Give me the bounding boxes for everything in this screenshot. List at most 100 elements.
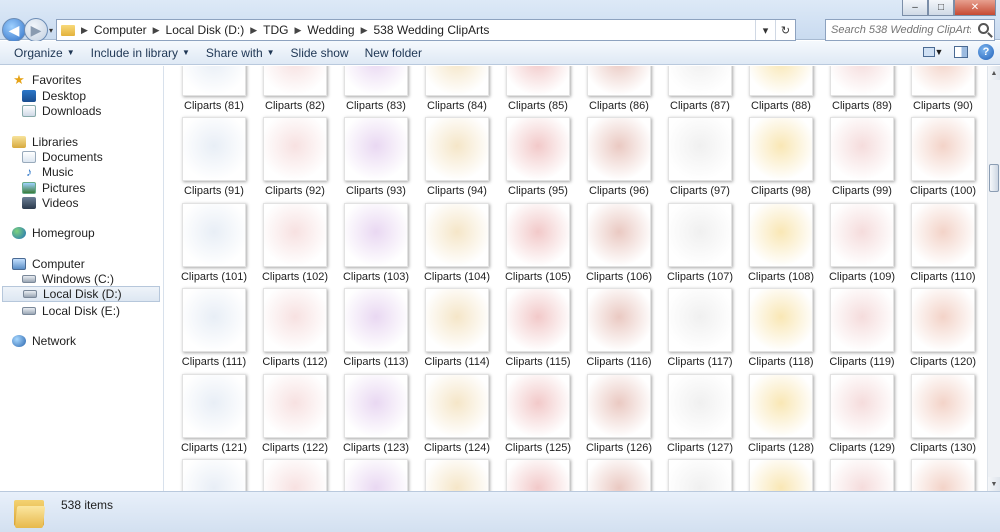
file-item[interactable] xyxy=(417,455,497,491)
chevron-right-icon[interactable]: ▶ xyxy=(151,25,162,36)
nav-desktop[interactable]: Desktop xyxy=(22,88,86,104)
file-item[interactable]: Cliparts (95) xyxy=(498,113,578,199)
new-folder-button[interactable]: New folder xyxy=(357,42,430,64)
file-item[interactable]: Cliparts (86) xyxy=(579,66,659,114)
file-item[interactable]: Cliparts (109) xyxy=(822,199,902,285)
nav-libraries[interactable]: Libraries xyxy=(12,134,78,150)
file-item[interactable]: Cliparts (91) xyxy=(174,113,254,199)
breadcrumb-local-disk-d[interactable]: Local Disk (D:) xyxy=(162,23,249,37)
breadcrumb-current-folder[interactable]: 538 Wedding ClipArts xyxy=(369,23,493,37)
nav-local-disk-e[interactable]: Local Disk (E:) xyxy=(22,303,120,319)
file-item[interactable]: Cliparts (94) xyxy=(417,113,497,199)
chevron-right-icon[interactable]: ▶ xyxy=(248,25,259,36)
file-item[interactable]: Cliparts (83) xyxy=(336,66,416,114)
file-item[interactable]: Cliparts (104) xyxy=(417,199,497,285)
nav-downloads[interactable]: Downloads xyxy=(22,103,101,119)
file-item[interactable]: Cliparts (100) xyxy=(903,113,983,199)
file-item[interactable]: Cliparts (101) xyxy=(174,199,254,285)
nav-network[interactable]: Network xyxy=(12,333,76,349)
chevron-right-icon[interactable]: ▶ xyxy=(359,25,370,36)
nav-music[interactable]: ♪ Music xyxy=(22,164,73,180)
maximize-button[interactable]: □ xyxy=(928,0,954,16)
file-item[interactable]: Cliparts (127) xyxy=(660,370,740,456)
file-item[interactable]: Cliparts (108) xyxy=(741,199,821,285)
scroll-down-button[interactable]: ▼ xyxy=(988,477,1000,491)
share-with-button[interactable]: Share with ▼ xyxy=(198,42,283,64)
nav-documents[interactable]: Documents xyxy=(22,149,103,165)
search-input[interactable] xyxy=(831,24,971,36)
file-item[interactable]: Cliparts (110) xyxy=(903,199,983,285)
nav-local-disk-d[interactable]: Local Disk (D:) xyxy=(2,286,160,302)
file-item[interactable]: Cliparts (107) xyxy=(660,199,740,285)
breadcrumb-wedding[interactable]: Wedding xyxy=(303,23,358,37)
refresh-button[interactable]: ↻ xyxy=(775,20,795,40)
file-item[interactable]: Cliparts (115) xyxy=(498,284,578,370)
search-icon[interactable] xyxy=(978,23,989,34)
nav-windows-c[interactable]: Windows (C:) xyxy=(22,271,114,287)
file-item[interactable]: Cliparts (96) xyxy=(579,113,659,199)
file-item[interactable] xyxy=(822,455,902,491)
file-item[interactable]: Cliparts (98) xyxy=(741,113,821,199)
file-item[interactable]: Cliparts (92) xyxy=(255,113,335,199)
file-item[interactable] xyxy=(174,455,254,491)
file-item[interactable]: Cliparts (122) xyxy=(255,370,335,456)
chevron-right-icon[interactable]: ▶ xyxy=(79,25,90,36)
file-item[interactable]: Cliparts (123) xyxy=(336,370,416,456)
include-in-library-button[interactable]: Include in library ▼ xyxy=(83,42,198,64)
file-item[interactable] xyxy=(579,455,659,491)
file-item[interactable] xyxy=(903,455,983,491)
vertical-scrollbar[interactable]: ▲ ▼ xyxy=(987,66,1000,491)
breadcrumb-computer[interactable]: Computer xyxy=(90,23,151,37)
file-item[interactable]: Cliparts (87) xyxy=(660,66,740,114)
nav-homegroup[interactable]: Homegroup xyxy=(12,225,95,241)
file-item[interactable]: Cliparts (112) xyxy=(255,284,335,370)
file-item[interactable]: Cliparts (120) xyxy=(903,284,983,370)
breadcrumb-tdg[interactable]: TDG xyxy=(259,23,292,37)
file-item[interactable]: Cliparts (93) xyxy=(336,113,416,199)
file-item[interactable]: Cliparts (90) xyxy=(903,66,983,114)
file-item[interactable]: Cliparts (97) xyxy=(660,113,740,199)
file-item[interactable]: Cliparts (119) xyxy=(822,284,902,370)
file-item[interactable]: Cliparts (84) xyxy=(417,66,497,114)
search-box[interactable] xyxy=(825,19,995,41)
address-dropdown-button[interactable]: ▾ xyxy=(755,20,775,40)
close-button[interactable]: ✕ xyxy=(954,0,996,16)
file-item[interactable] xyxy=(255,455,335,491)
preview-pane-button[interactable] xyxy=(950,44,972,60)
file-item[interactable]: Cliparts (106) xyxy=(579,199,659,285)
breadcrumb[interactable]: ▶ Computer ▶ Local Disk (D:) ▶ TDG ▶ Wed… xyxy=(56,19,796,41)
file-item[interactable]: Cliparts (105) xyxy=(498,199,578,285)
file-item[interactable] xyxy=(336,455,416,491)
nav-videos[interactable]: Videos xyxy=(22,195,78,211)
file-item[interactable]: Cliparts (113) xyxy=(336,284,416,370)
scrollbar-thumb[interactable] xyxy=(989,164,999,192)
scroll-up-button[interactable]: ▲ xyxy=(988,66,1000,80)
organize-button[interactable]: Organize ▼ xyxy=(6,42,83,64)
file-item[interactable]: Cliparts (130) xyxy=(903,370,983,456)
forward-button[interactable]: ▶ xyxy=(24,18,48,42)
file-item[interactable] xyxy=(660,455,740,491)
file-item[interactable]: Cliparts (121) xyxy=(174,370,254,456)
file-item[interactable]: Cliparts (116) xyxy=(579,284,659,370)
file-item[interactable]: Cliparts (88) xyxy=(741,66,821,114)
minimize-button[interactable]: – xyxy=(902,0,928,16)
file-item[interactable]: Cliparts (111) xyxy=(174,284,254,370)
file-item[interactable]: Cliparts (103) xyxy=(336,199,416,285)
file-item[interactable]: Cliparts (82) xyxy=(255,66,335,114)
recent-pages-dropdown[interactable]: ▾ xyxy=(49,26,53,35)
back-button[interactable]: ◀ xyxy=(2,18,26,42)
slide-show-button[interactable]: Slide show xyxy=(283,42,357,64)
file-item[interactable]: Cliparts (118) xyxy=(741,284,821,370)
file-item[interactable]: Cliparts (125) xyxy=(498,370,578,456)
file-item[interactable]: Cliparts (126) xyxy=(579,370,659,456)
file-item[interactable]: Cliparts (89) xyxy=(822,66,902,114)
file-item[interactable] xyxy=(741,455,821,491)
file-item[interactable]: Cliparts (85) xyxy=(498,66,578,114)
file-item[interactable]: Cliparts (117) xyxy=(660,284,740,370)
file-item[interactable] xyxy=(498,455,578,491)
nav-favorites[interactable]: ★ Favorites xyxy=(12,72,81,88)
help-button[interactable]: ? xyxy=(978,44,994,60)
file-item[interactable]: Cliparts (129) xyxy=(822,370,902,456)
file-item[interactable]: Cliparts (102) xyxy=(255,199,335,285)
file-list[interactable]: Cliparts (81) Cliparts (82) Cliparts (83) C… xyxy=(165,66,987,491)
